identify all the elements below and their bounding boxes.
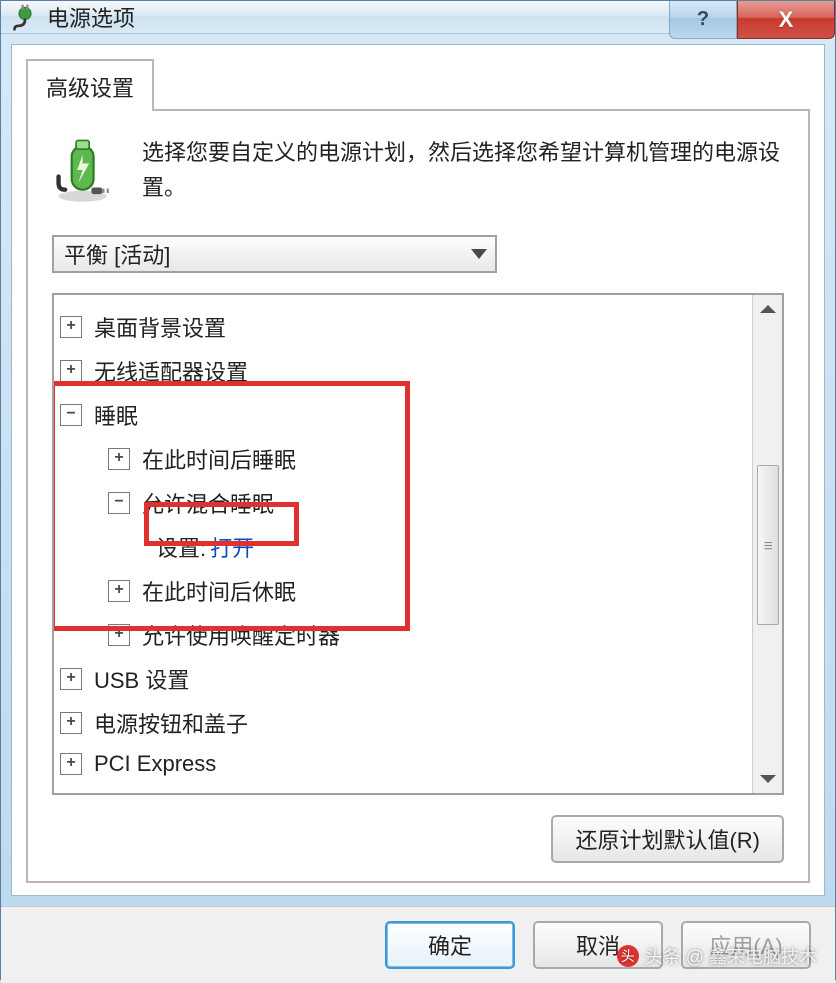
tree-item-hibernate-after[interactable]: 在此时间后休眠 [60, 569, 746, 613]
tree-item-desktop-background[interactable]: 桌面背景设置 [60, 305, 746, 349]
tab-body: 选择您要自定义的电源计划，然后选择您希望计算机管理的电源设置。 平衡 [活动] … [26, 109, 810, 883]
plan-select-value: 平衡 [活动] [64, 238, 170, 270]
scroll-thumb[interactable]: III [757, 465, 779, 625]
tree-item-wake-timers[interactable]: 允许使用唤醒定时器 [60, 613, 746, 657]
expand-icon[interactable] [60, 668, 82, 690]
scroll-up-arrow-icon[interactable] [760, 305, 776, 313]
tree-label: 无线适配器设置 [94, 355, 248, 387]
intro-row: 选择您要自定义的电源计划，然后选择您希望计算机管理的电源设置。 [52, 135, 784, 205]
settings-tree-container: 桌面背景设置 无线适配器设置 睡眠 在此时间后睡眠 [52, 293, 784, 795]
window-title: 电源选项 [47, 1, 135, 33]
tree-item-sleep-after[interactable]: 在此时间后睡眠 [60, 437, 746, 481]
expand-icon[interactable] [60, 712, 82, 734]
tree-label: USB 设置 [94, 663, 189, 695]
tree-label: 在此时间后休眠 [142, 575, 296, 607]
battery-icon [52, 135, 122, 205]
expand-icon[interactable] [60, 753, 82, 775]
collapse-icon[interactable] [108, 492, 130, 514]
tree-item-sleep[interactable]: 睡眠 [60, 393, 746, 437]
tree-item-hybrid-sleep-setting[interactable]: 设置: 打开 [60, 525, 746, 569]
scroll-down-arrow-icon[interactable] [760, 775, 776, 783]
restore-defaults-button[interactable]: 还原计划默认值(R) [551, 815, 784, 863]
client-area: 高级设置 选择您要自定义的电源计划，然后选择您希望计算机管 [11, 44, 825, 896]
restore-row: 还原计划默认值(R) [52, 815, 784, 863]
expand-icon[interactable] [108, 448, 130, 470]
power-plan-select[interactable]: 平衡 [活动] [52, 235, 497, 273]
watermark-logo-icon: 头 [617, 945, 639, 967]
collapse-icon[interactable] [60, 404, 82, 426]
expand-icon[interactable] [60, 360, 82, 382]
vertical-scrollbar[interactable]: III [752, 295, 782, 793]
expand-icon[interactable] [60, 316, 82, 338]
tree-label: 允许使用唤醒定时器 [142, 619, 340, 651]
tree-label: 桌面背景设置 [94, 311, 226, 343]
tree-item-wireless-adapter[interactable]: 无线适配器设置 [60, 349, 746, 393]
tree-label: 睡眠 [94, 399, 138, 431]
ok-button[interactable]: 确定 [385, 921, 515, 969]
tree-item-usb-settings[interactable]: USB 设置 [60, 657, 746, 701]
tree-label: 允许混合睡眠 [142, 487, 274, 519]
tab-strip: 高级设置 [26, 57, 810, 109]
expand-icon[interactable] [108, 624, 130, 646]
power-plug-icon [11, 3, 39, 31]
chevron-down-icon [471, 249, 487, 259]
tab-advanced-settings[interactable]: 高级设置 [26, 59, 154, 111]
window-frame: 电源选项 ? X 高级设置 [0, 0, 836, 980]
window-controls: ? X [669, 1, 835, 39]
tree-label: PCI Express [94, 751, 216, 777]
watermark-text: 头条 @ 鑫荣电脑技术 [645, 943, 817, 969]
tree-item-power-buttons-lid[interactable]: 电源按钮和盖子 [60, 701, 746, 745]
tree-label: 电源按钮和盖子 [94, 707, 248, 739]
setting-label: 设置: [156, 531, 206, 563]
help-button[interactable]: ? [669, 1, 737, 39]
watermark: 头 头条 @ 鑫荣电脑技术 [617, 943, 817, 969]
tree-item-pci-express[interactable]: PCI Express [60, 745, 746, 783]
tree-item-hybrid-sleep[interactable]: 允许混合睡眠 [60, 481, 746, 525]
close-button[interactable]: X [737, 1, 835, 39]
titlebar[interactable]: 电源选项 ? X [1, 1, 835, 34]
intro-text: 选择您要自定义的电源计划，然后选择您希望计算机管理的电源设置。 [142, 135, 784, 205]
tree-label: 在此时间后睡眠 [142, 443, 296, 475]
expand-icon[interactable] [108, 580, 130, 602]
settings-tree[interactable]: 桌面背景设置 无线适配器设置 睡眠 在此时间后睡眠 [54, 295, 752, 793]
setting-value[interactable]: 打开 [210, 531, 254, 563]
